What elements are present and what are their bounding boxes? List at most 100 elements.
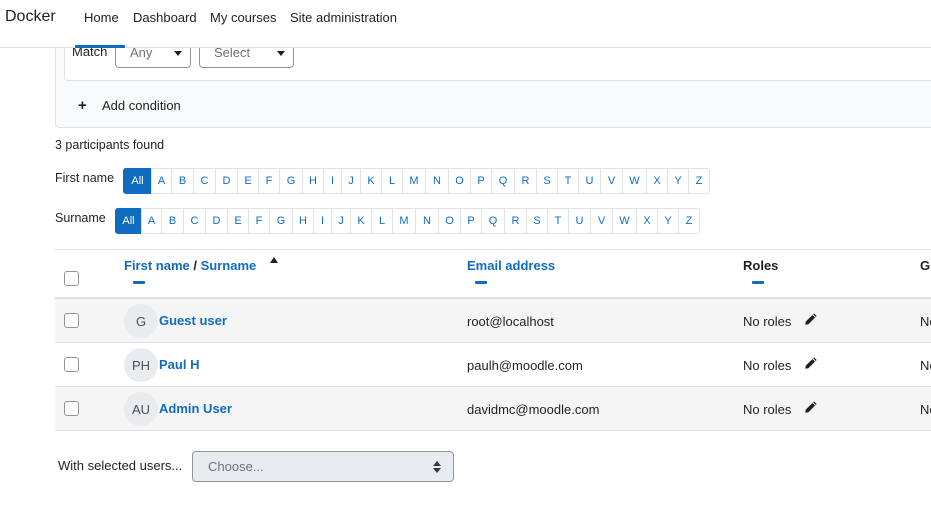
user-name-link[interactable]: Guest user (159, 313, 227, 328)
surname-initial-u[interactable]: U (568, 208, 591, 234)
collapse-roles-column-icon[interactable] (752, 281, 764, 284)
select-updown-icon (433, 461, 441, 473)
nav-site-administration[interactable]: Site administration (290, 10, 397, 25)
add-condition-button[interactable]: + Add condition (78, 97, 181, 114)
surname-initial-r[interactable]: R (504, 208, 527, 234)
chevron-down-icon (174, 51, 182, 56)
user-name-link[interactable]: Paul H (159, 357, 199, 372)
user-roles: No roles (743, 402, 792, 417)
participants-count: 3 participants found (55, 138, 165, 152)
first-name-initial-p[interactable]: P (470, 168, 492, 194)
surname-initial-y[interactable]: Y (657, 208, 679, 234)
avatar: AU (124, 392, 158, 426)
first-name-initial-w[interactable]: W (622, 168, 647, 194)
user-groups: No (920, 358, 931, 373)
table-row: AU Admin User davidmc@moodle.com No role… (55, 387, 931, 431)
header-separator: / (193, 258, 197, 273)
collapse-name-column-icon[interactable] (133, 281, 145, 284)
surname-initial-h[interactable]: H (292, 208, 314, 234)
first-name-filter-label: First name (55, 171, 115, 185)
plus-icon: + (78, 97, 87, 114)
collapse-email-column-icon[interactable] (475, 281, 487, 284)
first-name-initial-n[interactable]: N (425, 168, 449, 194)
surname-initial-w[interactable]: W (612, 208, 637, 234)
first-name-initial-z[interactable]: Z (688, 168, 710, 194)
first-name-initial-m[interactable]: M (402, 168, 426, 194)
first-name-initial-c[interactable]: C (193, 168, 216, 194)
first-name-initial-s[interactable]: S (536, 168, 558, 194)
surname-initial-m[interactable]: M (392, 208, 416, 234)
surname-initial-c[interactable]: C (183, 208, 206, 234)
participants-table: First name / Surname Email address Roles… (55, 249, 931, 431)
sort-email-link[interactable]: Email address (467, 258, 555, 273)
surname-initial-i[interactable]: I (313, 208, 332, 234)
header-roles: Roles (743, 258, 779, 273)
first-name-initial-i[interactable]: I (323, 168, 342, 194)
surname-initial-q[interactable]: Q (481, 208, 505, 234)
row-select-checkbox[interactable] (64, 313, 79, 328)
header-name: First name / Surname (124, 258, 256, 273)
first-name-initial-f[interactable]: F (258, 168, 280, 194)
surname-initial-t[interactable]: T (547, 208, 569, 234)
site-brand[interactable]: Docker (5, 8, 56, 26)
first-name-initial-o[interactable]: O (448, 168, 471, 194)
first-name-initial-y[interactable]: Y (667, 168, 689, 194)
first-name-initial-k[interactable]: K (360, 168, 382, 194)
surname-initial-k[interactable]: K (350, 208, 372, 234)
row-select-checkbox[interactable] (64, 357, 79, 372)
chevron-down-icon (277, 51, 285, 56)
first-name-initial-v[interactable]: V (600, 168, 623, 194)
header-groups: G (920, 258, 931, 273)
first-name-initial-q[interactable]: Q (491, 168, 515, 194)
row-select-checkbox[interactable] (64, 401, 79, 416)
surname-initial-all[interactable]: All (115, 208, 142, 234)
surname-initial-x[interactable]: X (636, 208, 658, 234)
surname-initial-z[interactable]: Z (678, 208, 700, 234)
first-name-initial-g[interactable]: G (279, 168, 303, 194)
surname-initial-g[interactable]: G (269, 208, 293, 234)
surname-initial-s[interactable]: S (526, 208, 548, 234)
first-name-initial-u[interactable]: U (578, 168, 601, 194)
pencil-icon[interactable] (804, 400, 818, 414)
avatar: PH (124, 348, 158, 382)
surname-initial-v[interactable]: V (590, 208, 613, 234)
surname-initial-e[interactable]: E (227, 208, 249, 234)
sort-first-name-link[interactable]: First name (124, 258, 190, 273)
surname-initial-d[interactable]: D (205, 208, 228, 234)
surname-initial-f[interactable]: F (248, 208, 270, 234)
nav-my-courses[interactable]: My courses (210, 10, 276, 25)
first-name-initial-t[interactable]: T (557, 168, 579, 194)
surname-initial-b[interactable]: B (161, 208, 184, 234)
first-name-initial-l[interactable]: L (381, 168, 403, 194)
pencil-icon[interactable] (804, 356, 818, 370)
surname-filter-label: Surname (55, 211, 106, 225)
first-name-initial-e[interactable]: E (237, 168, 259, 194)
first-name-initial-r[interactable]: R (514, 168, 537, 194)
first-name-initial-a[interactable]: A (151, 168, 172, 194)
nav-dashboard[interactable]: Dashboard (133, 10, 197, 25)
bulk-action-select[interactable]: Choose... (192, 451, 454, 482)
first-name-initial-h[interactable]: H (302, 168, 324, 194)
active-nav-indicator (75, 45, 125, 48)
surname-initial-l[interactable]: L (371, 208, 393, 234)
pencil-icon[interactable] (804, 312, 818, 326)
table-row: PH Paul H paulh@moodle.com No roles No (55, 343, 931, 387)
first-name-initial-j[interactable]: J (341, 168, 361, 194)
surname-initial-n[interactable]: N (415, 208, 439, 234)
table-header: First name / Surname Email address Roles… (55, 249, 931, 299)
user-name-link[interactable]: Admin User (159, 401, 232, 416)
first-name-initial-all[interactable]: All (123, 168, 152, 194)
first-name-initials-bar: All A B C D E F G H I J K L M N O P Q R S T U V W X Y Z (123, 168, 710, 194)
nav-home[interactable]: Home (84, 10, 119, 25)
first-name-initial-d[interactable]: D (215, 168, 238, 194)
surname-initial-a[interactable]: A (141, 208, 162, 234)
select-all-checkbox[interactable] (64, 271, 79, 286)
surname-initial-p[interactable]: P (460, 208, 482, 234)
user-groups: No (920, 402, 931, 417)
first-name-initial-b[interactable]: B (171, 168, 194, 194)
first-name-initial-x[interactable]: X (646, 168, 668, 194)
surname-initial-o[interactable]: O (438, 208, 461, 234)
surname-initial-j[interactable]: J (331, 208, 351, 234)
sort-surname-link[interactable]: Surname (201, 258, 257, 273)
user-email: davidmc@moodle.com (467, 402, 600, 417)
